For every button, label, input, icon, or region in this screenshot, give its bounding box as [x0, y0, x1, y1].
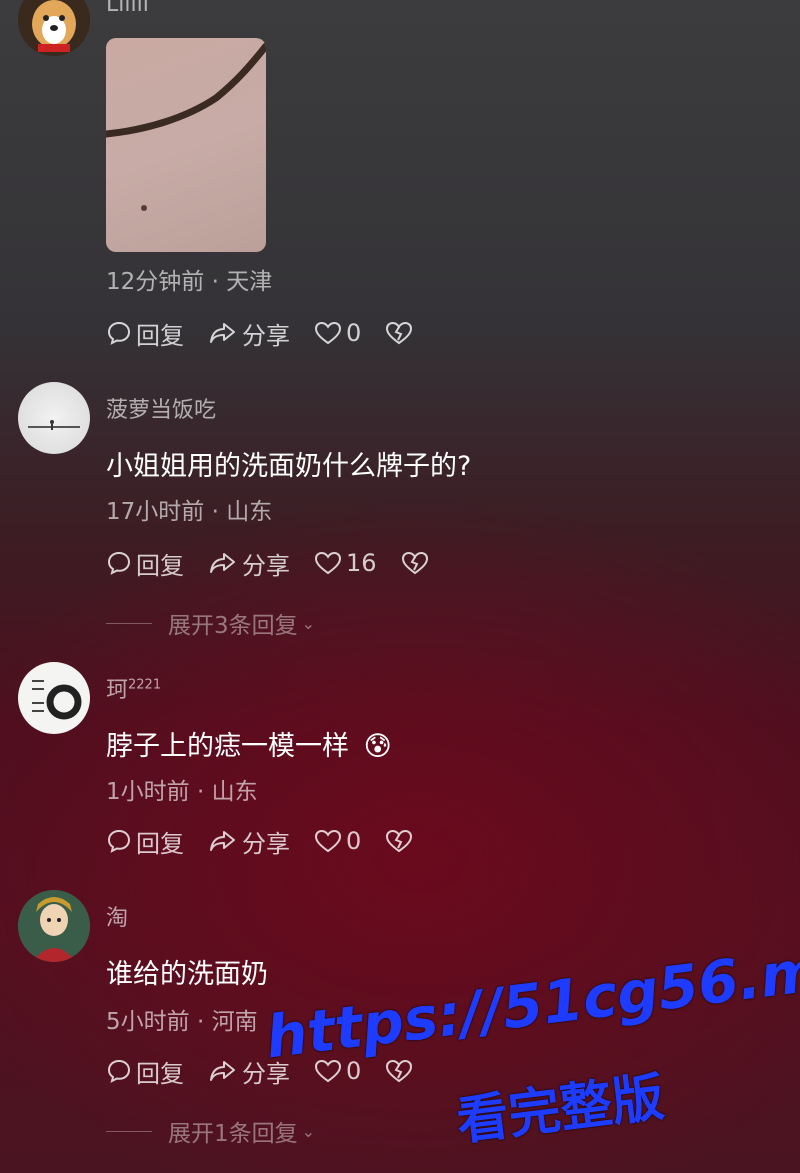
chevron-down-icon: ⌄	[301, 1121, 316, 1141]
divider	[106, 622, 152, 624]
reply-button[interactable]: 回复	[106, 824, 184, 859]
share-button[interactable]: 分享	[208, 824, 290, 859]
username[interactable]: 珂2221	[106, 672, 161, 704]
person-silhouette-icon	[28, 420, 80, 430]
username[interactable]: 淘	[106, 900, 128, 932]
comment-actions: 回复 分享 0	[106, 1054, 441, 1088]
dog-avatar-icon	[18, 0, 90, 56]
reply-icon	[107, 1059, 131, 1083]
avatar[interactable]	[18, 662, 90, 734]
emoji: 😰	[363, 731, 392, 762]
dislike-button[interactable]	[385, 320, 417, 346]
comment-actions: 回复 分享 16	[106, 546, 457, 580]
broken-heart-icon	[401, 551, 428, 575]
chevron-down-icon: ⌄	[301, 613, 316, 633]
like-button[interactable]: 0	[314, 1057, 361, 1085]
like-button[interactable]: 16	[314, 549, 377, 577]
dislike-button[interactable]	[385, 828, 417, 854]
share-icon	[210, 323, 235, 343]
watermark-subtitle: 看完整版	[453, 1067, 668, 1153]
like-button[interactable]: 0	[314, 319, 361, 347]
reply-button[interactable]: 回复	[106, 316, 184, 351]
broken-heart-icon	[386, 1059, 413, 1083]
comment-actions: 回复 分享 0	[106, 824, 441, 858]
reply-button[interactable]: 回复	[106, 546, 184, 581]
comment-text: 谁给的洗面奶	[106, 959, 268, 990]
like-button[interactable]: 0	[314, 827, 361, 855]
comment-meta: 1小时前 · 山东	[106, 779, 258, 805]
comment-meta: 17小时前 · 山东	[106, 499, 273, 525]
costume-character-avatar-icon	[18, 890, 90, 962]
like-count: 0	[346, 827, 362, 855]
comment-meta: 5小时前 · 河南	[106, 1009, 258, 1035]
comment-actions: 回复 分享 0	[106, 316, 441, 350]
comment-meta: 12分钟前 · 天津	[106, 269, 273, 295]
avatar[interactable]	[18, 0, 90, 56]
reply-button[interactable]: 回复	[106, 1054, 184, 1089]
heart-icon	[314, 1059, 342, 1083]
username[interactable]: Lilili	[106, 0, 149, 17]
like-count: 0	[346, 319, 362, 347]
expand-replies[interactable]: 展开3条回复 ⌄	[106, 606, 315, 640]
share-icon	[210, 1061, 235, 1081]
reply-icon	[107, 321, 131, 345]
share-button[interactable]: 分享	[208, 546, 290, 581]
username[interactable]: 菠萝当饭吃	[106, 392, 216, 424]
share-button[interactable]: 分享	[208, 316, 290, 351]
heart-icon	[314, 551, 342, 575]
ink-logo-icon	[32, 680, 82, 720]
heart-icon	[314, 321, 342, 345]
neck-photo	[106, 42, 266, 211]
comment-photo[interactable]	[106, 38, 266, 252]
broken-heart-icon	[386, 829, 413, 853]
avatar[interactable]	[18, 382, 90, 454]
like-count: 16	[346, 549, 377, 577]
share-icon	[210, 553, 235, 573]
comment-text: 脖子上的痣一模一样 😰	[106, 731, 392, 762]
dislike-button[interactable]	[401, 550, 433, 576]
expand-replies[interactable]: 展开1条回复 ⌄	[106, 1114, 315, 1148]
watermark-url: https://51cg56.me	[262, 931, 800, 1072]
reply-icon	[107, 551, 131, 575]
share-icon	[210, 831, 235, 851]
reply-icon	[107, 829, 131, 853]
broken-heart-icon	[386, 321, 413, 345]
heart-icon	[314, 829, 342, 853]
comment-text: 小姐姐用的洗面奶什么牌子的?	[106, 451, 472, 482]
avatar[interactable]	[18, 890, 90, 962]
share-button[interactable]: 分享	[208, 1054, 290, 1089]
like-count: 0	[346, 1057, 362, 1085]
dislike-button[interactable]	[385, 1058, 417, 1084]
divider	[106, 1130, 152, 1132]
